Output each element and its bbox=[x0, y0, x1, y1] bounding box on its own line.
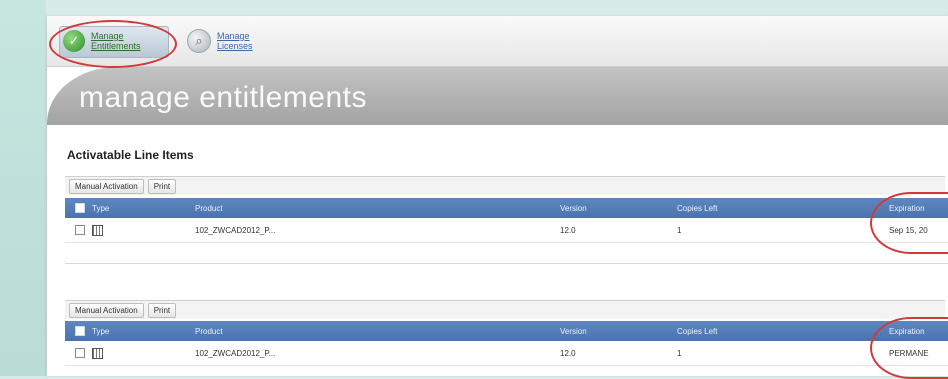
tab-manage-licenses[interactable]: ⌕ Manage Licenses bbox=[187, 24, 277, 58]
version-cell: 12.0 bbox=[560, 348, 576, 358]
column-copies-left[interactable]: Copies Left bbox=[677, 321, 717, 341]
table-row[interactable]: 102_ZWCAD2012_P... 12.0 1 PERMANE bbox=[65, 341, 948, 366]
background-strip bbox=[0, 0, 46, 376]
column-product[interactable]: Product bbox=[195, 198, 223, 218]
table-header: Type Product Version Copies Left Expirat… bbox=[65, 321, 948, 341]
table-toolbar: Manual Activation Print bbox=[65, 300, 945, 319]
divider bbox=[65, 263, 948, 264]
expiration-cell: Sep 15, 20 bbox=[889, 225, 928, 235]
copies-left-cell: 1 bbox=[677, 225, 682, 235]
tab-bar: ✓ Manage Entitlements ⌕ Manage Licenses bbox=[47, 16, 948, 67]
type-icon bbox=[92, 347, 103, 359]
main-panel: ✓ Manage Entitlements ⌕ Manage Licenses … bbox=[47, 16, 948, 379]
column-type[interactable]: Type bbox=[92, 321, 109, 341]
type-icon bbox=[92, 224, 103, 236]
tab-manage-entitlements[interactable]: ✓ Manage Entitlements bbox=[59, 24, 167, 58]
licenses-icon: ⌕ bbox=[187, 29, 211, 53]
manual-activation-button[interactable]: Manual Activation bbox=[69, 178, 144, 194]
entitlements-icon: ✓ bbox=[63, 30, 85, 52]
expiration-cell: PERMANE bbox=[889, 348, 929, 358]
page-title: manage entitlements bbox=[79, 81, 367, 114]
version-cell: 12.0 bbox=[560, 225, 576, 235]
column-type[interactable]: Type bbox=[92, 198, 109, 218]
tab-label: Manage Licenses bbox=[217, 31, 253, 51]
column-product[interactable]: Product bbox=[195, 321, 223, 341]
product-cell[interactable]: 102_ZWCAD2012_P... bbox=[195, 218, 275, 242]
column-version[interactable]: Version bbox=[560, 321, 587, 341]
print-button[interactable]: Print bbox=[147, 302, 177, 318]
table-row[interactable]: 102_ZWCAD2012_P... 12.0 1 Sep 15, 20 bbox=[65, 218, 948, 243]
column-version[interactable]: Version bbox=[560, 198, 587, 218]
product-cell[interactable]: 102_ZWCAD2012_P... bbox=[195, 341, 275, 365]
manual-activation-button[interactable]: Manual Activation bbox=[69, 302, 144, 318]
select-all-checkbox[interactable] bbox=[75, 203, 85, 213]
tab-label: Manage Entitlements bbox=[91, 31, 141, 51]
copies-left-cell: 1 bbox=[677, 348, 682, 358]
column-copies-left[interactable]: Copies Left bbox=[677, 198, 717, 218]
column-expiration[interactable]: Expiration bbox=[889, 321, 925, 341]
print-button[interactable]: Print bbox=[147, 178, 177, 194]
section-title: Activatable Line Items bbox=[67, 148, 194, 162]
row-checkbox[interactable] bbox=[75, 225, 85, 235]
table-toolbar: Manual Activation Print bbox=[65, 176, 945, 195]
select-all-checkbox[interactable] bbox=[75, 326, 85, 336]
row-checkbox[interactable] bbox=[75, 348, 85, 358]
column-expiration[interactable]: Expiration bbox=[889, 198, 925, 218]
table-header: Type Product Version Copies Left Expirat… bbox=[65, 198, 948, 218]
